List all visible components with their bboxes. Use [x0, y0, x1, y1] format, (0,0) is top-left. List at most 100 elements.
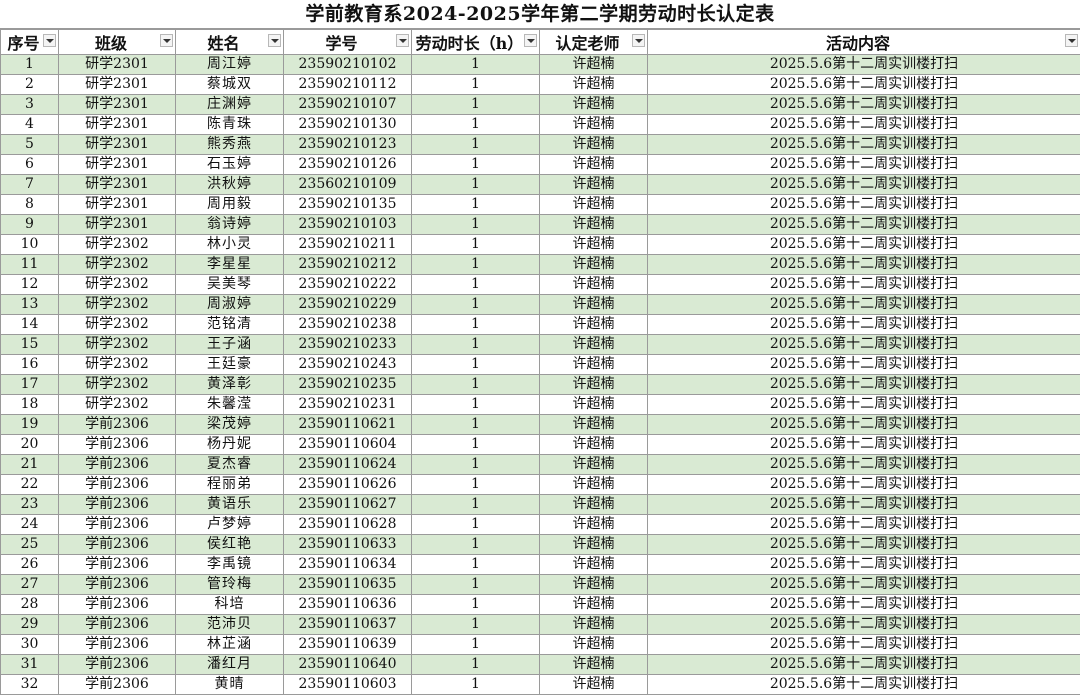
cell-hours[interactable]: 1 — [412, 55, 540, 75]
cell-hours[interactable]: 1 — [412, 595, 540, 615]
cell-hours[interactable]: 1 — [412, 335, 540, 355]
cell-activity[interactable]: 2025.5.6第十二周实训楼打扫 — [648, 255, 1080, 275]
cell-index[interactable]: 25 — [1, 535, 59, 555]
cell-activity[interactable]: 2025.5.6第十二周实训楼打扫 — [648, 355, 1080, 375]
cell-teacher[interactable]: 许超楠 — [540, 475, 648, 495]
cell-activity[interactable]: 2025.5.6第十二周实训楼打扫 — [648, 415, 1080, 435]
cell-hours[interactable]: 1 — [412, 455, 540, 475]
cell-student-id[interactable]: 23590110604 — [284, 435, 412, 455]
cell-hours[interactable]: 1 — [412, 95, 540, 115]
cell-teacher[interactable]: 许超楠 — [540, 575, 648, 595]
dropdown-filter-icon[interactable] — [268, 34, 281, 47]
cell-name[interactable]: 林小灵 — [176, 235, 284, 255]
cell-name[interactable]: 吴美琴 — [176, 275, 284, 295]
cell-teacher[interactable]: 许超楠 — [540, 195, 648, 215]
cell-class[interactable]: 研学2302 — [59, 295, 176, 315]
cell-class[interactable]: 研学2301 — [59, 155, 176, 175]
cell-teacher[interactable]: 许超楠 — [540, 555, 648, 575]
cell-activity[interactable]: 2025.5.6第十二周实训楼打扫 — [648, 235, 1080, 255]
cell-student-id[interactable]: 23590210126 — [284, 155, 412, 175]
cell-teacher[interactable]: 许超楠 — [540, 495, 648, 515]
cell-student-id[interactable]: 23590110637 — [284, 615, 412, 635]
cell-activity[interactable]: 2025.5.6第十二周实训楼打扫 — [648, 555, 1080, 575]
cell-student-id[interactable]: 23590210233 — [284, 335, 412, 355]
cell-activity[interactable]: 2025.5.6第十二周实训楼打扫 — [648, 375, 1080, 395]
cell-class[interactable]: 学前2306 — [59, 475, 176, 495]
cell-class[interactable]: 学前2306 — [59, 435, 176, 455]
cell-teacher[interactable]: 许超楠 — [540, 155, 648, 175]
cell-name[interactable]: 李禹镜 — [176, 555, 284, 575]
cell-activity[interactable]: 2025.5.6第十二周实训楼打扫 — [648, 215, 1080, 235]
cell-student-id[interactable]: 23590210102 — [284, 55, 412, 75]
cell-teacher[interactable]: 许超楠 — [540, 535, 648, 555]
cell-index[interactable]: 7 — [1, 175, 59, 195]
cell-hours[interactable]: 1 — [412, 75, 540, 95]
cell-student-id[interactable]: 23590210243 — [284, 355, 412, 375]
cell-hours[interactable]: 1 — [412, 495, 540, 515]
cell-name[interactable]: 杨丹妮 — [176, 435, 284, 455]
cell-student-id[interactable]: 23590210238 — [284, 315, 412, 335]
cell-index[interactable]: 10 — [1, 235, 59, 255]
cell-student-id[interactable]: 23560210109 — [284, 175, 412, 195]
cell-teacher[interactable]: 许超楠 — [540, 295, 648, 315]
cell-class[interactable]: 研学2301 — [59, 75, 176, 95]
cell-name[interactable]: 洪秋婷 — [176, 175, 284, 195]
cell-class[interactable]: 学前2306 — [59, 495, 176, 515]
cell-hours[interactable]: 1 — [412, 515, 540, 535]
cell-hours[interactable]: 1 — [412, 295, 540, 315]
cell-class[interactable]: 研学2302 — [59, 395, 176, 415]
cell-teacher[interactable]: 许超楠 — [540, 675, 648, 695]
cell-student-id[interactable]: 23590110635 — [284, 575, 412, 595]
cell-student-id[interactable]: 23590210112 — [284, 75, 412, 95]
cell-activity[interactable]: 2025.5.6第十二周实训楼打扫 — [648, 395, 1080, 415]
cell-class[interactable]: 学前2306 — [59, 655, 176, 675]
cell-index[interactable]: 31 — [1, 655, 59, 675]
cell-name[interactable]: 程丽弟 — [176, 475, 284, 495]
cell-index[interactable]: 24 — [1, 515, 59, 535]
cell-activity[interactable]: 2025.5.6第十二周实训楼打扫 — [648, 295, 1080, 315]
cell-student-id[interactable]: 23590110639 — [284, 635, 412, 655]
cell-index[interactable]: 28 — [1, 595, 59, 615]
cell-class[interactable]: 研学2302 — [59, 255, 176, 275]
cell-teacher[interactable]: 许超楠 — [540, 395, 648, 415]
cell-index[interactable]: 2 — [1, 75, 59, 95]
cell-hours[interactable]: 1 — [412, 155, 540, 175]
cell-index[interactable]: 32 — [1, 675, 59, 695]
cell-name[interactable]: 周用毅 — [176, 195, 284, 215]
cell-index[interactable]: 1 — [1, 55, 59, 75]
cell-activity[interactable]: 2025.5.6第十二周实训楼打扫 — [648, 195, 1080, 215]
cell-activity[interactable]: 2025.5.6第十二周实训楼打扫 — [648, 55, 1080, 75]
column-header-teacher[interactable]: 认定老师 — [540, 30, 648, 55]
cell-teacher[interactable]: 许超楠 — [540, 335, 648, 355]
cell-activity[interactable]: 2025.5.6第十二周实训楼打扫 — [648, 175, 1080, 195]
cell-student-id[interactable]: 23590110621 — [284, 415, 412, 435]
cell-teacher[interactable]: 许超楠 — [540, 355, 648, 375]
cell-activity[interactable]: 2025.5.6第十二周实训楼打扫 — [648, 515, 1080, 535]
dropdown-filter-icon[interactable] — [1065, 34, 1078, 47]
cell-hours[interactable]: 1 — [412, 575, 540, 595]
cell-teacher[interactable]: 许超楠 — [540, 315, 648, 335]
cell-student-id[interactable]: 23590110634 — [284, 555, 412, 575]
cell-class[interactable]: 学前2306 — [59, 615, 176, 635]
dropdown-filter-icon[interactable] — [632, 34, 645, 47]
cell-hours[interactable]: 1 — [412, 475, 540, 495]
cell-name[interactable]: 王子涵 — [176, 335, 284, 355]
cell-class[interactable]: 研学2302 — [59, 235, 176, 255]
cell-hours[interactable]: 1 — [412, 675, 540, 695]
cell-index[interactable]: 21 — [1, 455, 59, 475]
cell-index[interactable]: 19 — [1, 415, 59, 435]
cell-student-id[interactable]: 23590210231 — [284, 395, 412, 415]
cell-teacher[interactable]: 许超楠 — [540, 95, 648, 115]
cell-student-id[interactable]: 23590210235 — [284, 375, 412, 395]
cell-index[interactable]: 20 — [1, 435, 59, 455]
cell-student-id[interactable]: 23590210222 — [284, 275, 412, 295]
column-header-hours[interactable]: 劳动时长（h） — [412, 30, 540, 55]
cell-hours[interactable]: 1 — [412, 255, 540, 275]
cell-hours[interactable]: 1 — [412, 315, 540, 335]
cell-student-id[interactable]: 23590110603 — [284, 675, 412, 695]
cell-hours[interactable]: 1 — [412, 135, 540, 155]
cell-teacher[interactable]: 许超楠 — [540, 655, 648, 675]
cell-class[interactable]: 研学2301 — [59, 135, 176, 155]
cell-index[interactable]: 23 — [1, 495, 59, 515]
cell-name[interactable]: 周江婷 — [176, 55, 284, 75]
